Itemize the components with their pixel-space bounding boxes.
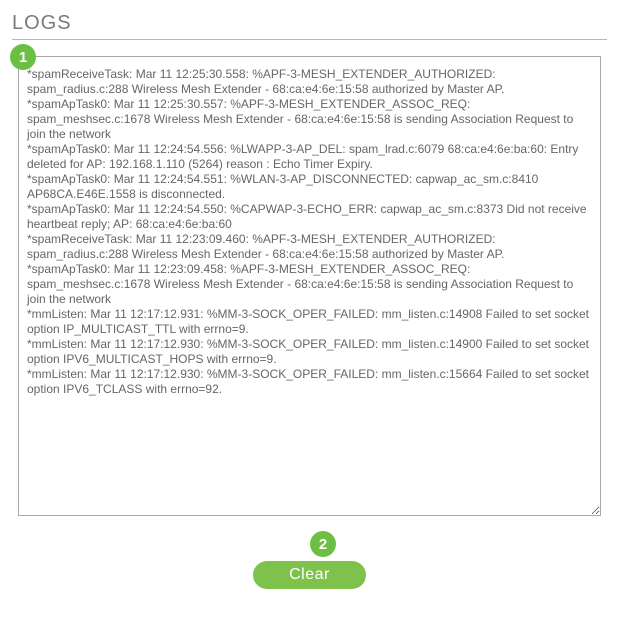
- callout-badge-1: 1: [10, 44, 36, 70]
- logs-textarea[interactable]: [18, 56, 601, 516]
- log-area-container: 1: [18, 56, 601, 521]
- button-row: 2 Clear: [12, 561, 607, 589]
- header: LOGS: [12, 12, 607, 40]
- page-title: LOGS: [12, 12, 72, 35]
- callout-badge-2: 2: [310, 531, 336, 557]
- clear-button[interactable]: Clear: [253, 561, 366, 589]
